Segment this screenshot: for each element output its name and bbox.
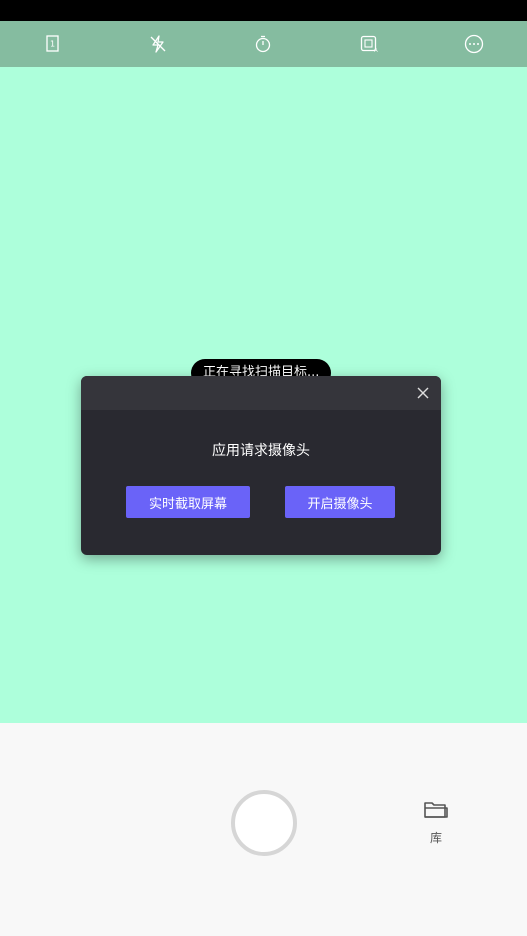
open-camera-button[interactable]: 开启摄像头 <box>285 486 395 518</box>
close-icon <box>417 387 429 399</box>
library-label: 库 <box>429 831 442 845</box>
library-button[interactable]: 库 <box>416 799 456 846</box>
flash-off-icon <box>150 35 166 53</box>
dialog-header <box>81 376 441 410</box>
more-icon <box>465 34 484 54</box>
dialog-close-button[interactable] <box>411 380 435 406</box>
flash-button[interactable] <box>138 24 178 64</box>
svg-text:A: A <box>374 48 378 54</box>
page-counter-button[interactable]: 1 <box>33 24 73 64</box>
auto-crop-button[interactable]: A <box>349 24 389 64</box>
folder-icon <box>424 802 448 818</box>
status-bar <box>0 0 527 21</box>
more-button[interactable] <box>454 24 494 64</box>
auto-crop-icon: A <box>360 35 378 54</box>
timer-button[interactable] <box>243 24 283 64</box>
timer-icon <box>256 35 271 53</box>
shutter-button[interactable] <box>231 790 297 856</box>
page-counter-icon: 1 <box>46 35 59 52</box>
camera-request-dialog: 应用请求摄像头 实时截取屏幕 开启摄像头 <box>81 376 441 555</box>
capture-screen-button[interactable]: 实时截取屏幕 <box>126 486 250 518</box>
svg-text:1: 1 <box>50 40 55 49</box>
bottom-bar: 库 <box>0 723 527 936</box>
camera-toolbar: 1 A <box>0 21 527 67</box>
dialog-title: 应用请求摄像头 <box>212 443 310 459</box>
